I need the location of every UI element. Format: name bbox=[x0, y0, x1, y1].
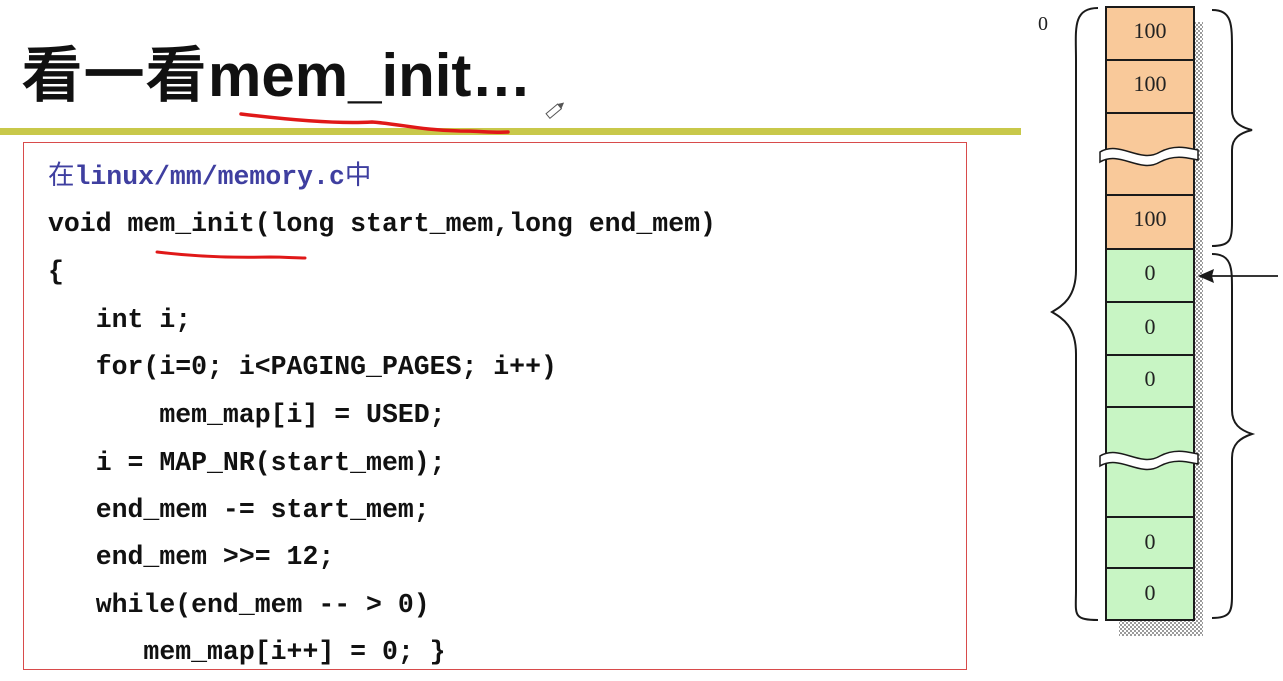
comment-prefix: 在 bbox=[48, 160, 75, 191]
cell-label: 0 bbox=[1145, 366, 1156, 391]
cell-label: 100 bbox=[1134, 71, 1167, 96]
base-address-label: 0 bbox=[1038, 13, 1048, 35]
title-underline-bar bbox=[0, 128, 1021, 135]
cell-label: 0 bbox=[1145, 580, 1156, 605]
code-line: mem_map[i] = USED; bbox=[48, 400, 446, 430]
code-line: mem_map[i++] = 0; } bbox=[48, 637, 446, 667]
memory-map-diagram: 100 100 100 0 0 0 0 0 0 bbox=[1038, 6, 1278, 636]
left-brace bbox=[1050, 7, 1099, 621]
cell-label: 0 bbox=[1145, 260, 1156, 285]
code-line: i = MAP_NR(start_mem); bbox=[48, 448, 446, 478]
comment-path: linux/mm/memory.c bbox=[74, 162, 345, 192]
pen-cursor-icon bbox=[545, 102, 565, 120]
code-line: for(i=0; i<PAGING_PAGES; i++) bbox=[48, 352, 557, 382]
code-line: int i; bbox=[48, 305, 192, 335]
cell-label: 100 bbox=[1134, 206, 1167, 231]
cell-label: 100 bbox=[1134, 18, 1167, 43]
right-brace-lower bbox=[1211, 253, 1256, 619]
comment-suffix: 中 bbox=[344, 160, 372, 191]
code-line: while(end_mem -- > 0) bbox=[48, 590, 430, 620]
code-comment: 在linux/mm/memory.c中 bbox=[48, 160, 371, 193]
cell-label: 0 bbox=[1145, 529, 1156, 554]
code-line: end_mem -= start_mem; bbox=[48, 495, 430, 525]
code-line: void mem_init(long start_mem,long end_me… bbox=[48, 209, 716, 239]
title-prefix: 看一看 bbox=[22, 41, 208, 111]
code-line: end_mem >>= 12; bbox=[48, 542, 335, 572]
right-brace-upper bbox=[1211, 9, 1253, 247]
free-region bbox=[1106, 249, 1194, 620]
cell-label: 0 bbox=[1145, 314, 1156, 339]
slide-title: 看一看mem_init… bbox=[22, 40, 531, 112]
title-code: mem_init… bbox=[208, 42, 532, 109]
code-line: { bbox=[48, 257, 64, 287]
